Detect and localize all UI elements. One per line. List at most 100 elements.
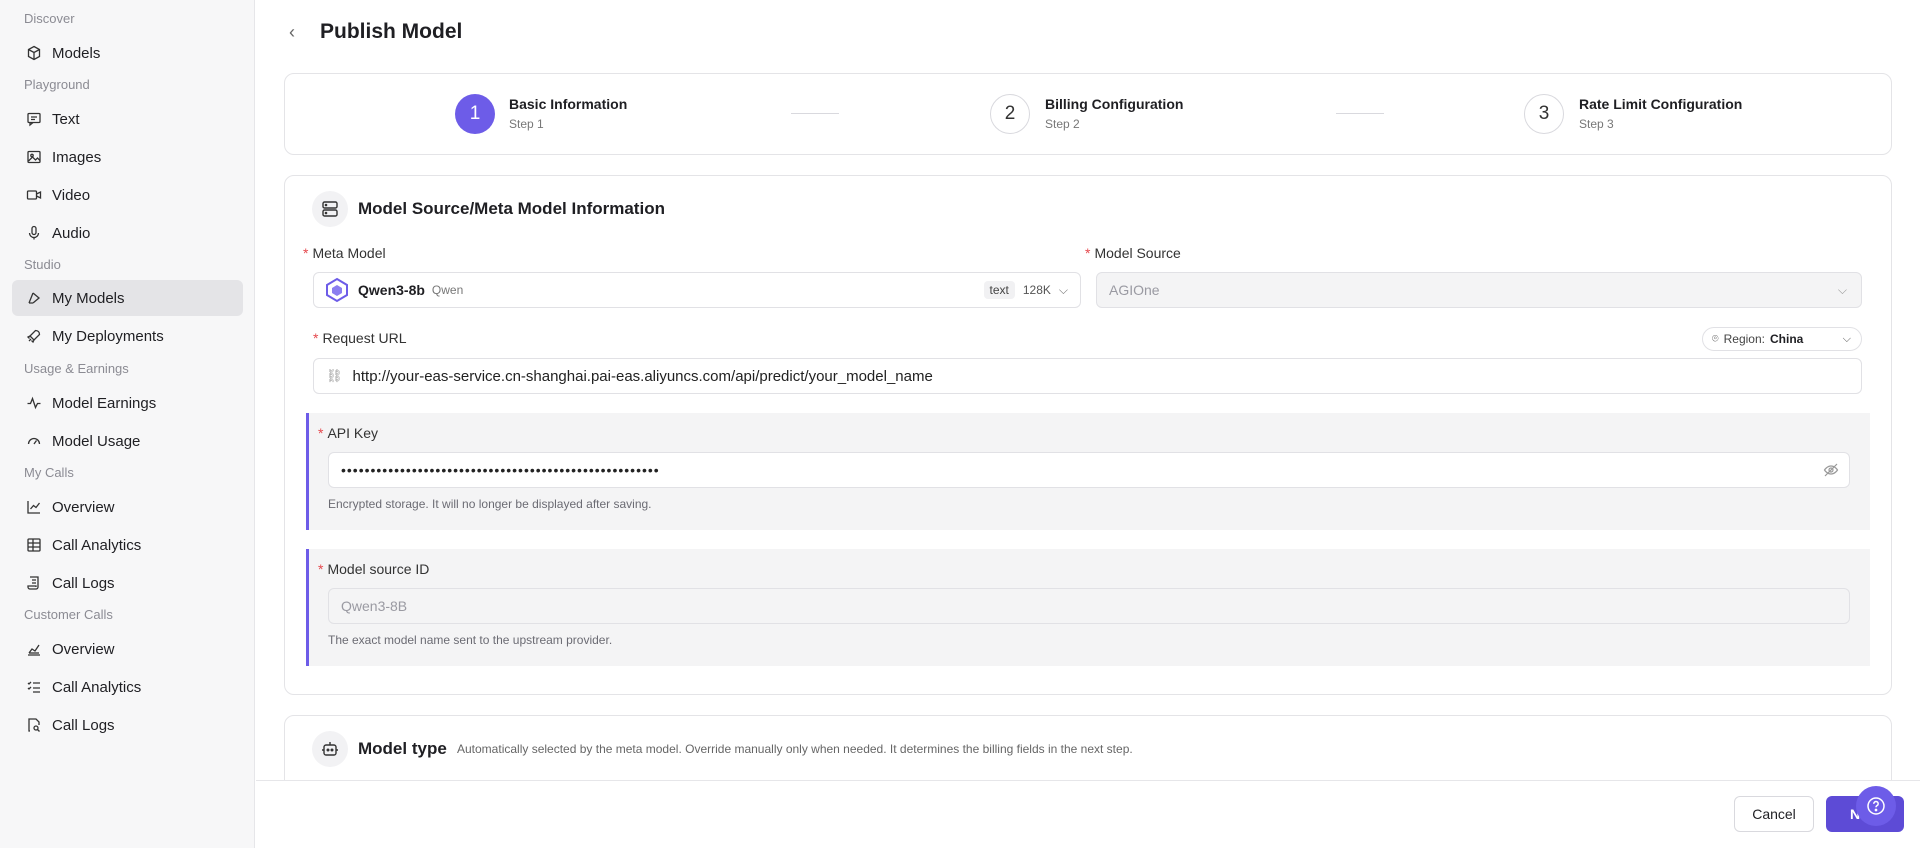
link-icon: ⛓ bbox=[326, 368, 343, 383]
step-3-sub: Step 3 bbox=[1579, 117, 1614, 131]
context-length: 128K bbox=[1022, 283, 1051, 297]
step-1-sub: Step 1 bbox=[509, 117, 544, 131]
sidebar-section-usage: Usage & Earnings bbox=[24, 361, 129, 376]
section-title: Model Source/Meta Model Information bbox=[358, 199, 665, 218]
api-key-input[interactable]: ••••••••••••••••••••••••••••••••••••••••… bbox=[328, 452, 1850, 488]
question-icon bbox=[1867, 797, 1885, 815]
models-icon bbox=[28, 292, 41, 304]
cancel-button[interactable]: Cancel bbox=[1734, 796, 1814, 832]
sidebar-item-cust-overview[interactable]: Overview bbox=[12, 631, 243, 667]
request-url-input[interactable]: ⛓ http://your-eas-service.cn-shanghai.pa… bbox=[313, 358, 1862, 394]
help-button[interactable] bbox=[1856, 786, 1896, 826]
source-id-input[interactable]: Qwen3-8B bbox=[328, 588, 1850, 624]
model-type-desc: Automatically selected by the meta model… bbox=[457, 742, 1133, 756]
sidebar-item-label: Call Logs bbox=[52, 716, 115, 734]
message-icon bbox=[27, 112, 41, 127]
step-3-title: Rate Limit Configuration bbox=[1579, 96, 1743, 112]
rocket-icon bbox=[26, 329, 41, 344]
sidebar-item-label: Overview bbox=[52, 498, 115, 516]
location-pin-icon: ⌾ bbox=[1712, 332, 1719, 345]
sidebar-section-discover: Discover bbox=[24, 11, 75, 26]
meta-model-vendor: Qwen bbox=[431, 283, 464, 297]
step-3-circle[interactable]: 3 bbox=[1524, 94, 1564, 134]
back-chevron-icon[interactable]: ‹ bbox=[282, 22, 302, 42]
api-key-label: * API Key bbox=[318, 425, 379, 441]
page-title: Publish Model bbox=[320, 20, 463, 43]
gauge-icon bbox=[27, 437, 41, 445]
step-2-title: Billing Configuration bbox=[1045, 96, 1184, 112]
region-label: Region: bbox=[1723, 332, 1765, 346]
sidebar-item-label: Audio bbox=[52, 224, 91, 242]
sidebar-item-label: Call Analytics bbox=[52, 536, 142, 554]
model-source-label: * Model Source bbox=[1085, 245, 1181, 261]
sidebar-item-video[interactable]: Video bbox=[12, 177, 243, 213]
sidebar-item-model-usage[interactable]: Model Usage bbox=[12, 423, 243, 459]
sidebar-item-label: Call Logs bbox=[52, 574, 115, 592]
sidebar-section-customer-calls: Customer Calls bbox=[24, 607, 113, 622]
sidebar-item-label: Models bbox=[52, 44, 101, 62]
sidebar-item-cust-call-logs[interactable]: Call Logs bbox=[12, 707, 243, 743]
sidebar-item-my-call-logs[interactable]: Call Logs bbox=[12, 565, 243, 601]
model-source-value: AGIOne bbox=[1109, 282, 1160, 298]
sidebar-item-label: Text bbox=[52, 110, 80, 128]
server-icon bbox=[312, 191, 348, 227]
source-id-placeholder: Qwen3-8B bbox=[341, 598, 408, 614]
table-icon bbox=[27, 538, 41, 552]
sidebar-item-label: Model Earnings bbox=[52, 394, 157, 412]
sidebar: Discover Models Playground Text Images V… bbox=[0, 0, 255, 848]
api-key-help: Encrypted storage. It will no longer be … bbox=[328, 497, 652, 511]
sidebar-item-label: Images bbox=[52, 148, 102, 166]
sidebar-item-audio[interactable]: Audio bbox=[12, 215, 243, 251]
sidebar-section-playground: Playground bbox=[24, 77, 90, 92]
model-source-select[interactable]: AGIOne ⌵ bbox=[1096, 272, 1862, 308]
area-chart-icon bbox=[28, 644, 40, 656]
step-2-circle[interactable]: 2 bbox=[990, 94, 1030, 134]
api-key-value: ••••••••••••••••••••••••••••••••••••••••… bbox=[341, 462, 660, 478]
source-id-help: The exact model name sent to the upstrea… bbox=[328, 633, 613, 647]
step-connector bbox=[791, 113, 839, 114]
step-connector bbox=[1336, 113, 1384, 114]
region-select[interactable]: ⌾ Region: China ⌵ bbox=[1702, 327, 1862, 351]
modality-chip: text bbox=[983, 281, 1015, 299]
request-url-label: * Request URL bbox=[313, 330, 407, 346]
qwen-logo-icon bbox=[326, 277, 348, 303]
sidebar-item-images[interactable]: Images bbox=[12, 139, 243, 175]
sidebar-item-my-call-analytics[interactable]: Call Analytics bbox=[12, 527, 243, 563]
sidebar-item-model-earnings[interactable]: Model Earnings bbox=[12, 385, 243, 421]
meta-model-select[interactable]: Qwen3-8b Qwen text 128K ⌵ bbox=[313, 272, 1081, 308]
region-value: China bbox=[1769, 332, 1804, 346]
robot-icon bbox=[312, 731, 348, 767]
chevron-down-icon: ⌵ bbox=[1842, 332, 1851, 345]
step-1-circle[interactable]: 1 bbox=[455, 94, 495, 134]
microphone-icon bbox=[28, 225, 40, 240]
chevron-down-icon: ⌵ bbox=[1837, 282, 1847, 297]
image-icon bbox=[27, 150, 41, 164]
video-icon bbox=[26, 190, 42, 200]
sidebar-item-label: Video bbox=[52, 186, 91, 204]
pulse-icon bbox=[27, 396, 41, 410]
sidebar-item-my-deployments[interactable]: My Deployments bbox=[12, 318, 243, 354]
eye-off-icon[interactable] bbox=[1823, 462, 1839, 478]
cube-icon bbox=[27, 45, 41, 61]
meta-model-label: * Meta Model bbox=[303, 245, 386, 261]
sidebar-item-label: Call Analytics bbox=[52, 678, 142, 696]
sidebar-item-cust-call-analytics[interactable]: Call Analytics bbox=[12, 669, 243, 705]
sidebar-section-my-calls: My Calls bbox=[24, 465, 74, 480]
sidebar-item-label: My Deployments bbox=[52, 327, 164, 345]
sidebar-item-my-overview[interactable]: Overview bbox=[12, 489, 243, 525]
sidebar-item-models[interactable]: Models bbox=[12, 35, 243, 71]
stepper-card bbox=[284, 73, 1892, 155]
footer-bar bbox=[256, 780, 1920, 848]
sidebar-item-text[interactable]: Text bbox=[12, 101, 243, 137]
scroll-icon bbox=[27, 576, 39, 590]
source-id-label: * Model source ID bbox=[318, 561, 430, 577]
model-type-title: Model type bbox=[358, 739, 447, 758]
sidebar-section-studio: Studio bbox=[24, 257, 61, 272]
meta-model-name: Qwen3-8b bbox=[358, 282, 425, 298]
sidebar-item-label: Model Usage bbox=[52, 432, 141, 450]
request-url-value: http://your-eas-service.cn-shanghai.pai-… bbox=[352, 367, 933, 385]
line-chart-icon bbox=[27, 501, 41, 514]
chevron-down-icon: ⌵ bbox=[1058, 282, 1068, 297]
sidebar-item-label: Overview bbox=[52, 640, 115, 658]
sidebar-item-my-models[interactable]: My Models bbox=[12, 280, 243, 316]
